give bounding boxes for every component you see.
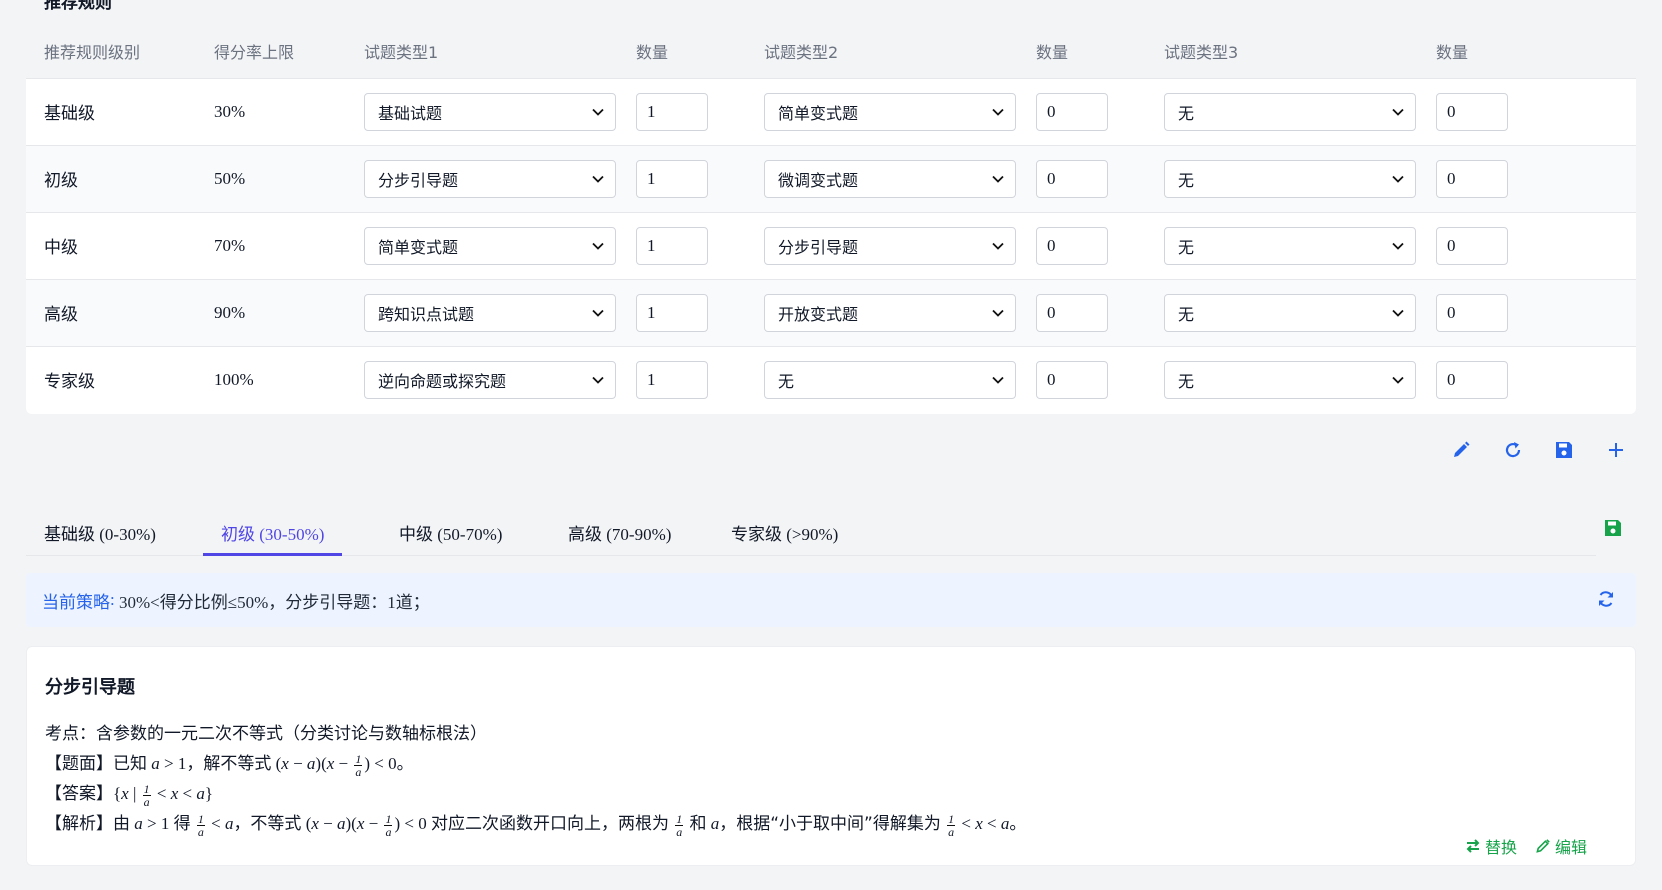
col-header-qty1: 数量 (636, 42, 669, 62)
qty1-input[interactable]: 1 (636, 92, 708, 131)
replace-button[interactable]: 替换 (1465, 834, 1517, 858)
tab-basic[interactable]: 基础级 (0-30%) (26, 510, 174, 556)
rotate-icon[interactable] (1500, 437, 1526, 463)
chevron-down-icon (1392, 108, 1404, 116)
col-header-limit: 得分率上限 (214, 42, 295, 62)
chevron-down-icon (592, 108, 604, 116)
pencil-icon[interactable] (1448, 437, 1474, 463)
type3-select[interactable]: 无 (1164, 360, 1416, 399)
tab-advanced[interactable]: 高级 (70-90%) (550, 510, 689, 556)
qty1-input[interactable]: 1 (636, 159, 708, 198)
refresh-icon[interactable] (1596, 589, 1618, 611)
type2-select[interactable]: 开放变式题 (764, 293, 1016, 332)
qty3-input[interactable]: 0 (1436, 92, 1508, 131)
qty2-input[interactable]: 0 (1036, 92, 1108, 131)
qty3-input[interactable]: 0 (1436, 293, 1508, 332)
col-header-type1: 试题类型1 (364, 42, 439, 62)
type2-select[interactable]: 微调变式题 (764, 159, 1016, 198)
col-header-type2: 试题类型2 (764, 42, 839, 62)
qty2-input[interactable]: 0 (1036, 159, 1108, 198)
qty1-input[interactable]: 1 (636, 226, 708, 265)
current-strategy-bar: 当前策略: 30%<得分比例≤50%，分步引导题：1道； (26, 573, 1636, 627)
tab-expert[interactable]: 专家级 (>90%) (713, 510, 856, 556)
pencil-icon (1536, 839, 1550, 853)
table-row: 中级 70% 简单变式题 1 分步引导题 0 无 0 (26, 212, 1636, 279)
col-header-type3: 试题类型3 (1164, 42, 1239, 62)
col-header-qty2: 数量 (1036, 42, 1069, 62)
question-analysis: 【解析】由 a > 1 得 1a < a，不等式 (x − a)(x − 1 a)… (45, 811, 1027, 839)
type2-select[interactable]: 无 (764, 360, 1016, 399)
question-card: 分步引导题 考点：含参数的一元二次不等式（分类讨论与数轴标根法） 【题面】已知 … (26, 646, 1636, 866)
type3-select[interactable]: 无 (1164, 159, 1416, 198)
qty3-input[interactable]: 0 (1436, 226, 1508, 265)
table-row: 高级 90% 跨知识点试题 1 开放变式题 0 无 0 (26, 279, 1636, 346)
table-row: 专家级 100% 逆向命题或探究题 1 无 0 无 0 (26, 346, 1636, 413)
qty2-input[interactable]: 0 (1036, 293, 1108, 332)
limit-cell: 50% (214, 168, 246, 188)
edit-label: 编辑 (1555, 838, 1588, 857)
edit-button[interactable]: 编辑 (1535, 834, 1587, 858)
section-heading: 推荐规则 (44, 0, 112, 13)
chevron-down-icon (592, 175, 604, 183)
chevron-down-icon (1392, 175, 1404, 183)
type1-select[interactable]: 基础试题 (364, 92, 616, 131)
col-header-level: 推荐规则级别 (44, 42, 141, 62)
tab-elementary[interactable]: 初级 (30-50%) (203, 510, 343, 556)
limit-cell: 30% (214, 101, 246, 121)
qty2-input[interactable]: 0 (1036, 226, 1108, 265)
save-icon[interactable] (1551, 437, 1577, 463)
chevron-down-icon (592, 309, 604, 317)
type3-select[interactable]: 无 (1164, 92, 1416, 131)
chevron-down-icon (592, 242, 604, 250)
chevron-down-icon (592, 376, 604, 384)
type1-select[interactable]: 简单变式题 (364, 226, 616, 265)
level-cell: 中级 (44, 238, 78, 258)
level-cell: 初级 (44, 171, 78, 191)
replace-label: 替换 (1485, 838, 1518, 857)
qty1-input[interactable]: 1 (636, 293, 708, 332)
table-row: 初级 50% 分步引导题 1 微调变式题 0 无 0 (26, 145, 1636, 212)
question-answer: 【答案】{x | 1a < x < a} (45, 781, 214, 809)
swap-icon (1466, 839, 1480, 853)
level-cell: 基础级 (44, 104, 95, 124)
chevron-down-icon (992, 108, 1004, 116)
type2-select[interactable]: 简单变式题 (764, 92, 1016, 131)
strategy-label: 当前策略 (42, 592, 110, 613)
rules-table: 推荐规则级别 得分率上限 试题类型1 数量 试题类型2 数量 试题类型3 数量 … (26, 24, 1636, 413)
plus-icon[interactable] (1603, 437, 1629, 463)
type3-select[interactable]: 无 (1164, 293, 1416, 332)
chevron-down-icon (1392, 309, 1404, 317)
chevron-down-icon (992, 175, 1004, 183)
type1-select[interactable]: 分步引导题 (364, 159, 616, 198)
rules-table-card: 推荐规则级别 得分率上限 试题类型1 数量 试题类型2 数量 试题类型3 数量 … (26, 24, 1636, 414)
limit-cell: 100% (214, 369, 254, 389)
chevron-down-icon (992, 309, 1004, 317)
type3-select[interactable]: 无 (1164, 226, 1416, 265)
limit-cell: 70% (214, 235, 246, 255)
strategy-text: 30%<得分比例≤50%，分步引导题：1道； (118, 592, 430, 612)
level-cell: 高级 (44, 305, 78, 325)
table-header-row: 推荐规则级别 得分率上限 试题类型1 数量 试题类型2 数量 试题类型3 数量 (26, 24, 1636, 78)
table-row: 基础级 30% 基础试题 1 简单变式题 0 无 0 (26, 78, 1636, 145)
type1-select[interactable]: 跨知识点试题 (364, 293, 616, 332)
type1-select[interactable]: 逆向命题或探究题 (364, 360, 616, 399)
tab-intermediate[interactable]: 中级 (50-70%) (381, 510, 520, 556)
question-title: 分步引导题 (45, 677, 135, 698)
level-tabs: 基础级 (0-30%) 初级 (30-50%) 中级 (50-70%) 高级 (… (26, 510, 1596, 556)
col-header-qty3: 数量 (1436, 42, 1469, 62)
qty3-input[interactable]: 0 (1436, 360, 1508, 399)
qty1-input[interactable]: 1 (636, 360, 708, 399)
qty3-input[interactable]: 0 (1436, 159, 1508, 198)
chevron-down-icon (992, 376, 1004, 384)
level-cell: 专家级 (44, 372, 95, 393)
limit-cell: 90% (214, 302, 246, 322)
qty2-input[interactable]: 0 (1036, 360, 1108, 399)
save-icon[interactable] (1604, 519, 1628, 543)
question-stem: 【题面】已知 a > 1，解不等式 (x − a)(x − 1 a) < 0。 (45, 751, 414, 779)
chevron-down-icon (1392, 242, 1404, 250)
chevron-down-icon (992, 242, 1004, 250)
chevron-down-icon (1392, 376, 1404, 384)
question-point: 考点：含参数的一元二次不等式（分类讨论与数轴标根法） (45, 724, 487, 744)
type2-select[interactable]: 分步引导题 (764, 226, 1016, 265)
